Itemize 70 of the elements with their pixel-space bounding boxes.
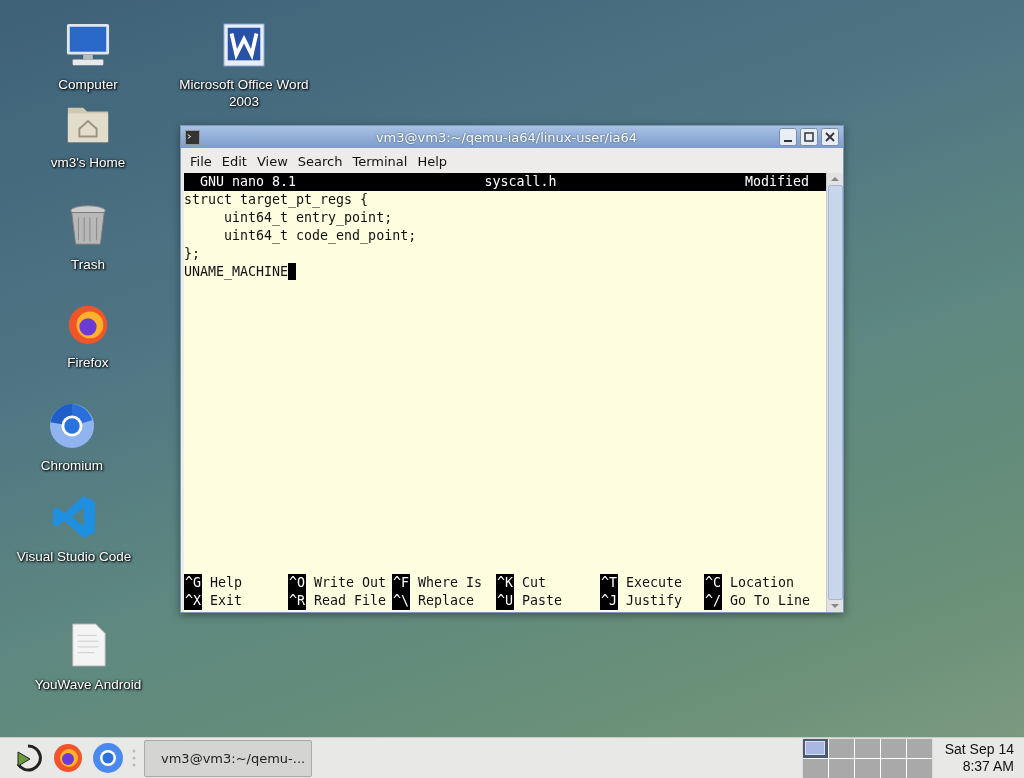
shortcut-key: ^X <box>184 592 202 610</box>
workspace[interactable] <box>880 738 906 758</box>
minimize-button[interactable] <box>779 128 797 146</box>
workspace[interactable] <box>880 758 906 778</box>
maximize-button[interactable] <box>800 128 818 146</box>
shortcut-key: ^U <box>496 592 514 610</box>
menu-item[interactable]: View <box>251 152 293 171</box>
shortcut-label: Go To Line <box>729 592 811 610</box>
code-line: uint64_t code_end_point; <box>223 227 417 245</box>
icon-label: Trash <box>71 256 105 273</box>
shortcut-key: ^C <box>704 574 722 592</box>
shortcut-label: Exit <box>209 592 243 610</box>
shortcut-key: ^J <box>600 592 618 610</box>
document-icon[interactable] <box>221 22 267 68</box>
workspace[interactable] <box>802 758 828 778</box>
monitor-icon[interactable] <box>65 22 111 68</box>
shortcut-label: Where Is <box>417 574 483 592</box>
close-button[interactable] <box>821 128 839 146</box>
menu-item[interactable]: Search <box>292 152 348 171</box>
shortcut-key: ^G <box>184 574 202 592</box>
shortcut-label: Replace <box>417 592 475 610</box>
shortcut-key: ^O <box>288 574 306 592</box>
shortcut-key: ^/ <box>704 592 722 610</box>
shortcut-label: Execute <box>625 574 683 592</box>
shortcut-label: Justify <box>625 592 683 610</box>
icon-label: Firefox <box>67 354 109 371</box>
icon-label: Visual Studio Code <box>16 548 132 565</box>
workspace[interactable] <box>828 758 854 778</box>
code-line: uint64_t entry_point; <box>223 209 393 227</box>
terminal-icon <box>185 129 200 145</box>
shortcut-key: ^F <box>392 574 410 592</box>
menu-item[interactable]: File <box>185 152 217 171</box>
drag-handle-icon[interactable] <box>132 748 136 768</box>
shortcut-label: Location <box>729 574 795 592</box>
shortcut-key: ^K <box>496 574 514 592</box>
workspace[interactable] <box>802 738 828 758</box>
workspace[interactable] <box>906 738 932 758</box>
shortcut-label: Read File <box>313 592 387 610</box>
code-line: UNAME_MACHINE <box>184 263 289 281</box>
workspace[interactable] <box>854 738 880 758</box>
menu-item[interactable]: Help <box>412 152 453 171</box>
shortcut-label: Paste <box>521 592 563 610</box>
shortcut-label: Cut <box>521 574 547 592</box>
icon-label: Microsoft Office Word 2003 <box>178 76 310 110</box>
clock: Sat Sep 14 8:37 AM <box>944 741 1015 775</box>
icon-label: vm3's Home <box>50 154 126 171</box>
code-line: struct target_pt_regs { <box>184 191 369 209</box>
nano-version: GNU nano 8.1 <box>200 173 297 191</box>
modified-status: Modified <box>744 173 809 191</box>
workspace[interactable] <box>828 738 854 758</box>
ring-browser-icon[interactable] <box>92 742 124 774</box>
browser-icon[interactable] <box>52 742 84 774</box>
icon-label: YouWave Android <box>34 676 142 693</box>
icon-label: Computer <box>58 76 118 93</box>
file-name: syscall.h <box>484 173 557 191</box>
window-title: vm3@vm3:~/qemu-ia64/linux-user/ia64 <box>374 129 639 145</box>
workspace[interactable] <box>854 758 880 778</box>
ring-browser-icon[interactable] <box>49 403 95 449</box>
workspace[interactable] <box>906 758 932 778</box>
shortcut-label: Help <box>209 574 243 592</box>
code-line: }; <box>184 245 200 263</box>
icon-label: Chromium <box>40 457 104 474</box>
shortcut-key: ^T <box>600 574 618 592</box>
taskbar-window-button[interactable]: vm3@vm3:~/qemu-... <box>144 739 312 777</box>
text-cursor <box>288 263 297 280</box>
shortcut-key: ^\ <box>392 592 410 610</box>
menu-item[interactable]: Edit <box>216 152 252 171</box>
shortcut-label: Write Out <box>313 574 387 592</box>
shortcut-key: ^R <box>288 592 306 610</box>
menu-item[interactable]: Terminal <box>347 152 413 171</box>
